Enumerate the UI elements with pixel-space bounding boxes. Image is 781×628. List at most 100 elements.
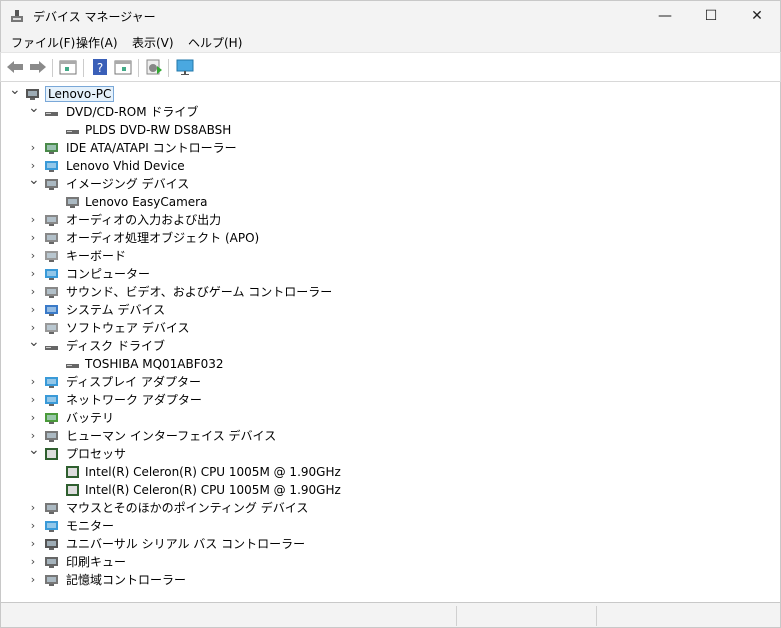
tree-item-label[interactable]: Lenovo Vhid Device [66,159,185,173]
chevron-right-icon[interactable]: › [28,141,38,155]
tree-item-label[interactable]: Intel(R) Celeron(R) CPU 1005M @ 1.90GHz [85,465,341,479]
monitor-icon [45,521,58,532]
tree-item[interactable]: ⌄ Lenovo-PC [1,83,780,103]
maximize-button[interactable]: ☐ [688,1,734,31]
tree-item[interactable]: › サウンド、ビデオ、およびゲーム コントローラー [1,283,780,301]
tree-item-label[interactable]: マウスとそのほかのポインティング デバイス [66,501,308,515]
chevron-right-icon[interactable]: › [28,429,38,443]
system-device-icon [45,305,58,316]
tree-item-label[interactable]: Lenovo-PC [45,86,115,102]
tree-item[interactable]: › ヒューマン インターフェイス デバイス [1,427,780,445]
tree-item-label[interactable]: Intel(R) Celeron(R) CPU 1005M @ 1.90GHz [85,483,341,497]
tree-item[interactable]: › 印刷キュー [1,553,780,571]
tree-item-label[interactable]: バッテリ [66,411,114,425]
tree-item-label[interactable]: ディスプレイ アダプター [66,375,201,389]
minimize-button[interactable]: — [642,1,688,31]
tree-item[interactable]: PLDS DVD-RW DS8ABSH [1,121,780,139]
chevron-right-icon[interactable]: › [28,573,38,587]
monitor-icon[interactable] [176,58,194,76]
tree-item[interactable]: › システム デバイス [1,301,780,319]
scan-hardware-icon[interactable] [145,58,163,76]
tree-item[interactable]: › ソフトウェア デバイス [1,319,780,337]
chevron-right-icon[interactable]: › [28,411,38,425]
tree-item-label[interactable]: DVD/CD-ROM ドライブ [66,105,198,119]
battery-icon [45,413,58,424]
tree-item-label[interactable]: オーディオ処理オブジェクト (APO) [66,231,259,245]
tree-item-label[interactable]: IDE ATA/ATAPI コントローラー [66,141,237,155]
tree-item[interactable]: › マウスとそのほかのポインティング デバイス [1,499,780,517]
tree-item[interactable]: › オーディオ処理オブジェクト (APO) [1,229,780,247]
chevron-right-icon[interactable]: › [28,249,38,263]
back-icon[interactable] [6,58,24,76]
tree-item-label[interactable]: ネットワーク アダプター [66,393,202,407]
tree-item[interactable]: › バッテリ [1,409,780,427]
tree-item[interactable]: TOSHIBA MQ01ABF032 [1,355,780,373]
chevron-right-icon[interactable]: › [28,519,38,533]
tree-item[interactable]: Lenovo EasyCamera [1,193,780,211]
tree-item-label[interactable]: 印刷キュー [66,555,126,569]
tree-item[interactable]: › モニター [1,517,780,535]
tree-item-label[interactable]: PLDS DVD-RW DS8ABSH [85,123,231,137]
chevron-down-icon[interactable]: ⌄ [9,83,21,97]
tree-item[interactable]: › コンピューター [1,265,780,283]
tree-item-label[interactable]: コンピューター [66,267,150,281]
tree-item[interactable]: › オーディオの入力および出力 [1,211,780,229]
tree-item-label[interactable]: TOSHIBA MQ01ABF032 [85,357,224,371]
chevron-right-icon[interactable]: › [28,231,38,245]
chevron-right-icon[interactable]: › [28,321,38,335]
tree-item[interactable]: ⌄ プロセッサ [1,443,780,463]
tree-item[interactable]: ⌄ イメージング デバイス [1,173,780,193]
tree-item-label[interactable]: モニター [66,519,114,533]
tree-item-label[interactable]: Lenovo EasyCamera [85,195,207,209]
tree-item-label[interactable]: サウンド、ビデオ、およびゲーム コントローラー [66,285,332,299]
tree-item-label[interactable]: ユニバーサル シリアル バス コントローラー [66,537,305,551]
tree-item[interactable]: › ネットワーク アダプター [1,391,780,409]
tree-item[interactable]: Intel(R) Celeron(R) CPU 1005M @ 1.90GHz [1,481,780,499]
dvd-drive-icon [66,130,79,134]
chevron-down-icon[interactable]: ⌄ [28,443,40,457]
tree-item-label[interactable]: システム デバイス [66,303,165,317]
close-button[interactable]: ✕ [734,1,780,31]
tree-item-label[interactable]: キーボード [66,249,126,263]
tree-item[interactable]: › IDE ATA/ATAPI コントローラー [1,139,780,157]
tree-item[interactable]: › ユニバーサル シリアル バス コントローラー [1,535,780,553]
chevron-right-icon[interactable]: › [28,375,38,389]
tree-item[interactable]: ⌄ DVD/CD-ROM ドライブ [1,101,780,121]
tree-item[interactable]: › ディスプレイ アダプター [1,373,780,391]
chevron-right-icon[interactable]: › [28,393,38,407]
menu-file[interactable]: ファイル(F) [11,34,75,51]
menu-action[interactable]: 操作(A) [76,34,118,51]
chevron-right-icon[interactable]: › [28,159,38,173]
device-tree[interactable]: ⌄ Lenovo-PC ⌄ DVD/CD-ROM ドライブ PLDS DVD-RW DS… [0,82,781,602]
tree-item-label[interactable]: 記憶域コントローラー [66,573,186,587]
camera-icon [45,179,58,190]
ide-controller-icon [45,143,58,154]
properties-icon[interactable] [59,58,77,76]
chevron-right-icon[interactable]: › [28,501,38,515]
help-icon[interactable]: ? [91,58,109,76]
chevron-right-icon[interactable]: › [28,213,38,227]
tree-item[interactable]: Intel(R) Celeron(R) CPU 1005M @ 1.90GHz [1,463,780,481]
view-icon[interactable] [114,58,132,76]
chevron-right-icon[interactable]: › [28,537,38,551]
tree-item-label[interactable]: イメージング デバイス [66,177,189,191]
tree-item-label[interactable]: ヒューマン インターフェイス デバイス [66,429,276,443]
menu-view[interactable]: 表示(V) [132,34,174,51]
tree-item-label[interactable]: プロセッサ [66,447,126,461]
tree-item[interactable]: ⌄ ディスク ドライブ [1,335,780,355]
chevron-right-icon[interactable]: › [28,555,38,569]
menu-help[interactable]: ヘルプ(H) [188,34,242,51]
tree-item[interactable]: › 記憶域コントローラー [1,571,780,589]
chevron-right-icon[interactable]: › [28,303,38,317]
chevron-right-icon[interactable]: › [28,285,38,299]
chevron-down-icon[interactable]: ⌄ [28,173,40,187]
tree-item[interactable]: › Lenovo Vhid Device [1,157,780,175]
chevron-right-icon[interactable]: › [28,267,38,281]
forward-icon[interactable] [29,58,47,76]
tree-item-label[interactable]: ディスク ドライブ [66,339,165,353]
tree-item[interactable]: › キーボード [1,247,780,265]
chevron-down-icon[interactable]: ⌄ [28,335,40,349]
tree-item-label[interactable]: オーディオの入力および出力 [66,213,221,227]
tree-item-label[interactable]: ソフトウェア デバイス [66,321,189,335]
chevron-down-icon[interactable]: ⌄ [28,101,40,115]
